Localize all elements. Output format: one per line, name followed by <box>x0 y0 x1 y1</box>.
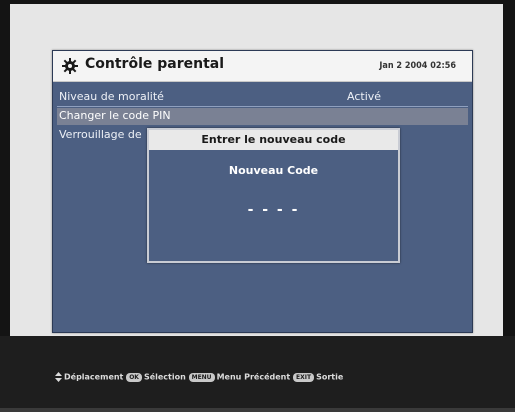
exit-hint: Sortie <box>316 372 344 382</box>
footer-bar: Déplacement OK Sélection MENU Menu Précéde… <box>0 336 515 412</box>
ok-key-icon: OK <box>126 372 142 382</box>
menu-key-icon: MENU <box>188 372 215 382</box>
bottom-edge <box>0 408 515 412</box>
dialog-title: Entrer le nouveau code <box>149 130 398 150</box>
menu-item-label: Niveau de moralité <box>59 90 164 103</box>
menu-item-change-pin[interactable]: Changer le code PIN <box>57 108 468 125</box>
key-hints: Déplacement OK Sélection MENU Menu Précéde… <box>55 372 343 382</box>
up-down-arrows-icon <box>55 372 62 382</box>
select-hint: Sélection <box>143 372 186 382</box>
pin-code-input[interactable]: - - - - <box>149 202 398 218</box>
menu-hint: Menu Précédent <box>216 372 291 382</box>
menu-item-value: Activé <box>347 90 382 103</box>
menu-item-label: Verrouillage de <box>59 128 142 141</box>
new-code-dialog: Entrer le nouveau code Nouveau Code - - … <box>147 128 400 263</box>
move-hint: Déplacement <box>64 372 124 382</box>
menu-header: Contrôle parental Jan 2 2004 02:56 <box>53 51 472 82</box>
new-code-label: Nouveau Code <box>228 164 319 177</box>
date-time: Jan 2 2004 02:56 <box>379 61 456 71</box>
menu-item-label: Changer le code PIN <box>59 109 171 122</box>
gear-icon <box>62 58 78 74</box>
menu-item-moral-level[interactable]: Niveau de moralité Activé <box>57 89 468 107</box>
exit-key-icon: EXIT <box>293 372 315 382</box>
menu-title: Contrôle parental <box>85 56 225 72</box>
